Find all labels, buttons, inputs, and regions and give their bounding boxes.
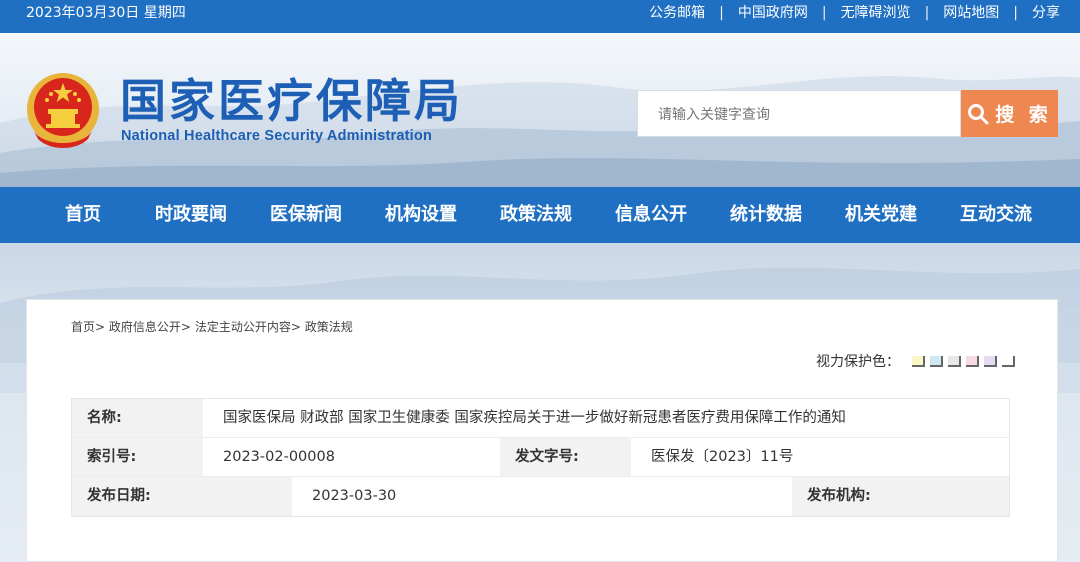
breadcrumb-statutory[interactable]: 法定主动公开内容 (195, 320, 291, 334)
nav-item-policy[interactable]: 政策法规 (479, 187, 593, 243)
nav-item-disclosure[interactable]: 信息公开 (594, 187, 708, 243)
docno-label: 发文字号: (500, 438, 631, 476)
nav-item-organization[interactable]: 机构设置 (364, 187, 478, 243)
vision-label: 视力保护色： (816, 354, 900, 370)
date-value: 2023-03-30 (292, 477, 792, 516)
swatch-white[interactable] (1002, 355, 1015, 367)
name-value: 国家医保局 财政部 国家卫生健康委 国家疾控局关于进一步做好新冠患者医疗费用保障… (203, 399, 1009, 437)
swatch-gray[interactable] (948, 355, 961, 367)
search-button-label: 搜 索 (995, 104, 1052, 126)
breadcrumb-separator: > (290, 320, 301, 334)
official-mail-link[interactable]: 公务邮箱 (649, 0, 705, 26)
nav-item-interaction[interactable]: 互动交流 (939, 187, 1053, 243)
sitemap-link[interactable]: 网站地图 (943, 0, 999, 26)
docno-value: 医保发〔2023〕11号 (631, 438, 1009, 476)
name-label: 名称: (72, 399, 203, 437)
current-date: 2023年03月30日 星期四 (26, 5, 186, 21)
date-label: 发布日期: (72, 477, 292, 516)
accessibility-link[interactable]: 无障碍浏览 (841, 0, 911, 26)
content-panel: 首页> 政府信息公开> 法定主动公开内容> 政策法规 视力保护色： 名称: 国家… (26, 299, 1058, 562)
meta-row-name: 名称: 国家医保局 财政部 国家卫生健康委 国家疾控局关于进一步做好新冠患者医疗… (72, 399, 1009, 438)
breadcrumb-separator: > (95, 320, 106, 334)
org-label: 发布机构: (792, 477, 1009, 516)
share-link[interactable]: 分享 (1032, 0, 1060, 26)
breadcrumb: 首页> 政府信息公开> 法定主动公开内容> 政策法规 (71, 318, 353, 335)
gov-cn-link[interactable]: 中国政府网 (738, 0, 808, 26)
separator: | (821, 5, 827, 21)
main-nav: 首页 时政要闻 医保新闻 机构设置 政策法规 信息公开 统计数据 机关党建 互动… (0, 187, 1080, 243)
nav-item-statistics[interactable]: 统计数据 (709, 187, 823, 243)
index-label: 索引号: (72, 438, 203, 476)
separator: | (719, 5, 724, 21)
swatch-blue[interactable] (930, 355, 943, 367)
top-bar: 2023年03月30日 星期四 公务邮箱 | 中国政府网 | 无障碍浏览 | 网… (0, 0, 1080, 33)
nav-item-medical-news[interactable]: 医保新闻 (249, 187, 363, 243)
breadcrumb-gov-info[interactable]: 政府信息公开 (109, 320, 181, 334)
top-links: 公务邮箱 | 中国政府网 | 无障碍浏览 | 网站地图 | 分享 (649, 0, 1060, 26)
nav-item-news[interactable]: 时政要闻 (134, 187, 248, 243)
site-title-en: National Healthcare Security Administrat… (121, 128, 433, 144)
swatch-pink[interactable] (966, 355, 979, 367)
separator: | (924, 5, 930, 21)
breadcrumb-policy[interactable]: 政策法规 (305, 320, 353, 334)
breadcrumb-separator: > (180, 320, 191, 334)
separator: | (1013, 5, 1018, 21)
color-swatches (912, 355, 1015, 367)
search-icon (968, 103, 989, 124)
search-input[interactable] (637, 90, 961, 137)
index-value: 2023-02-00008 (203, 438, 500, 476)
swatch-purple[interactable] (984, 355, 997, 367)
meta-row-date: 发布日期: 2023-03-30 发布机构: (72, 477, 1009, 516)
vision-protection: 视力保护色： (816, 351, 1015, 371)
site-title-cn: 国家医疗保障局 (120, 74, 463, 128)
document-meta-table: 名称: 国家医保局 财政部 国家卫生健康委 国家疾控局关于进一步做好新冠患者医疗… (71, 398, 1010, 517)
swatch-yellow[interactable] (912, 355, 925, 367)
nav-item-party[interactable]: 机关党建 (824, 187, 938, 243)
header-banner: 国家医疗保障局 National Healthcare Security Adm… (0, 33, 1080, 187)
meta-row-index: 索引号: 2023-02-00008 发文字号: 医保发〔2023〕11号 (72, 438, 1009, 477)
breadcrumb-home[interactable]: 首页 (71, 320, 95, 334)
search-button[interactable]: 搜 索 (961, 90, 1058, 137)
national-emblem-icon (27, 73, 99, 148)
